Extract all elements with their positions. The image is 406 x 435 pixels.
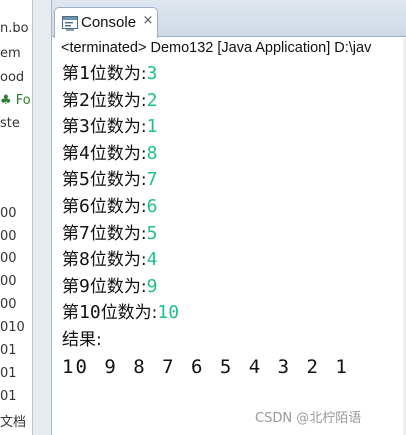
output-line: 第7位数为:5 [62, 221, 402, 248]
output-line: 第2位数为:2 [62, 88, 402, 115]
tab-strip: Console × [52, 0, 406, 38]
line-suffix: 位数为: [89, 64, 147, 84]
console-icon [62, 16, 78, 31]
left-panel-fragment: 00 [0, 229, 17, 244]
line-value: 1 [146, 116, 158, 138]
line-index: 1 [79, 63, 90, 84]
line-suffix: 位数为: [89, 170, 147, 191]
line-index: 3 [79, 116, 90, 138]
line-suffix: 位数为: [89, 143, 147, 164]
output-line: 第3位数为:1 [62, 114, 402, 141]
close-icon[interactable]: × [141, 13, 155, 29]
line-value: 8 [146, 142, 158, 164]
line-value: 4 [146, 249, 158, 271]
line-prefix: 第 [62, 117, 79, 138]
line-index: 9 [79, 275, 90, 297]
line-index: 2 [79, 89, 90, 111]
left-panel-fragment: em [0, 46, 21, 61]
line-prefix: 第 [62, 276, 79, 297]
line-index: 8 [79, 249, 90, 271]
left-panel-fragment: 00 [0, 251, 17, 266]
line-prefix: 第 [62, 303, 79, 324]
left-panel-fragment: 010 [0, 320, 25, 335]
line-prefix: 第 [62, 170, 79, 191]
line-index: 7 [79, 222, 90, 244]
line-prefix: 第 [62, 143, 79, 164]
result-label-line: 结果: [62, 327, 402, 354]
console-output: 第1位数为:3 第2位数为:2 第3位数为:1 第4位数为:8 第5位数为:7 … [62, 61, 402, 380]
tab-console-label: Console [81, 14, 137, 31]
line-prefix: 第 [62, 196, 79, 217]
line-value: 6 [146, 195, 158, 217]
output-line: 第10位数为:10 [62, 300, 402, 327]
line-index: 5 [79, 169, 90, 191]
left-panel-fragment: 文档 [0, 415, 27, 430]
left-panel-fragment: n.bo [0, 21, 29, 36]
line-suffix: 位数为: [89, 223, 147, 244]
result-label: 结果: [62, 329, 102, 350]
output-line: 第8位数为:4 [62, 247, 402, 274]
line-value: 10 [157, 302, 180, 324]
line-suffix: 位数为: [89, 196, 147, 217]
output-line: 第4位数为:8 [62, 141, 402, 168]
output-line: 第5位数为:7 [62, 167, 402, 194]
line-suffix: 位数为: [100, 303, 158, 324]
line-value: 9 [146, 275, 158, 297]
result-values-line: 10 9 8 7 6 5 4 3 2 1 [62, 354, 402, 381]
line-value: 3 [146, 63, 158, 84]
tree-icon: ♣ [0, 93, 12, 108]
left-panel-fragment: 00 [0, 274, 17, 289]
line-value: 5 [146, 222, 158, 244]
line-prefix: 第 [62, 250, 79, 271]
left-panel-fragment: ste [0, 116, 20, 131]
line-suffix: 位数为: [89, 250, 147, 271]
left-panel-fragment: 01 [0, 389, 17, 404]
output-line: 第1位数为:3 [62, 61, 402, 88]
line-index: 4 [79, 142, 90, 164]
left-side-panel: n.bo em ood ♣ Fo ste 00 00 00 00 00 010 … [0, 0, 33, 435]
panel-gutter [33, 0, 51, 435]
output-line: 第9位数为:9 [62, 274, 402, 301]
result-values: 10 9 8 7 6 5 4 3 2 1 [62, 355, 349, 378]
line-index: 6 [79, 195, 90, 217]
output-line: 第6位数为:6 [62, 194, 402, 221]
left-panel-fragment: 01 [0, 343, 17, 358]
line-value: 7 [146, 169, 158, 191]
line-suffix: 位数为: [89, 276, 147, 297]
left-panel-fragment: ♣ Fo [0, 93, 32, 108]
line-index: 10 [79, 302, 101, 324]
left-panel-fragment: Fo [15, 93, 31, 108]
left-panel-fragment: 00 [0, 206, 17, 221]
watermark: CSDN @北柠陌语 [255, 411, 362, 426]
line-suffix: 位数为: [89, 90, 147, 111]
console-view: Console × <terminated> Demo132 [Java App… [51, 0, 406, 435]
left-panel-fragment: 01 [0, 366, 17, 381]
left-panel-fragment: 00 [0, 297, 17, 312]
tab-console[interactable]: Console × [54, 7, 158, 38]
line-prefix: 第 [62, 90, 79, 111]
line-prefix: 第 [62, 223, 79, 244]
line-prefix: 第 [62, 64, 79, 84]
line-value: 2 [146, 89, 158, 111]
line-suffix: 位数为: [89, 117, 147, 138]
console-status: <terminated> Demo132 [Java Application] … [61, 40, 372, 56]
left-panel-fragment: ood [0, 70, 25, 85]
